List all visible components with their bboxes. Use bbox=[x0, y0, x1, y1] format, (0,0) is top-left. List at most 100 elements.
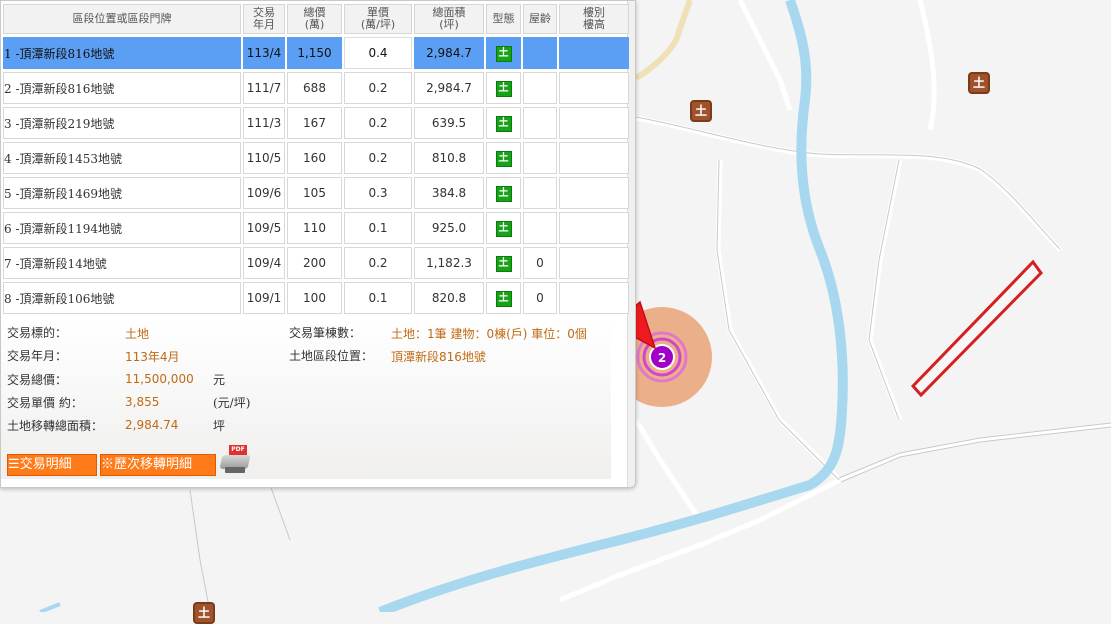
detail-total-unit: 元 bbox=[213, 373, 226, 387]
row-address: 5 -頂潭新段1469地號 bbox=[3, 177, 241, 209]
detail-target-label: 交易標的： bbox=[7, 326, 68, 340]
row-area: 2,984.7 bbox=[414, 72, 484, 104]
header-type[interactable]: 型態 bbox=[486, 4, 521, 34]
detail-target-value: 土地 bbox=[125, 327, 150, 341]
detail-total-value: 11,500,000 bbox=[125, 372, 194, 386]
row-type: 土 bbox=[486, 72, 521, 104]
row-age bbox=[523, 37, 557, 69]
header-address[interactable]: 區段位置或區段門牌 bbox=[3, 4, 241, 34]
transaction-detail-button[interactable]: ☰交易明細 bbox=[7, 454, 97, 476]
row-total: 100 bbox=[287, 282, 342, 314]
row-date: 111/3 bbox=[243, 107, 285, 139]
row-age bbox=[523, 107, 557, 139]
row-date: 109/6 bbox=[243, 177, 285, 209]
row-floor bbox=[559, 142, 629, 174]
transaction-panel: 區段位置或區段門牌 交易 年月 總價 (萬) 單價 (萬/坪) 總面積 (坪) 型態 屋… bbox=[0, 0, 636, 488]
detail-area-value: 2,984.74 bbox=[125, 418, 179, 432]
header-area[interactable]: 總面積 (坪) bbox=[414, 4, 484, 34]
row-date: 109/1 bbox=[243, 282, 285, 314]
row-type: 土 bbox=[486, 282, 521, 314]
detail-date-value: 113年4月 bbox=[125, 350, 180, 364]
table-row[interactable]: 2 -頂潭新段816地號 111/7 688 0.2 2,984.7 土 bbox=[3, 72, 629, 104]
header-unit-price[interactable]: 單價 (萬/坪) bbox=[344, 4, 412, 34]
row-unit-price: 0.1 bbox=[344, 282, 412, 314]
row-floor bbox=[559, 177, 629, 209]
detail-count-label: 交易筆棟數： bbox=[289, 326, 362, 340]
header-total[interactable]: 總價 (萬) bbox=[287, 4, 342, 34]
row-unit-price: 0.2 bbox=[344, 247, 412, 279]
row-area: 384.8 bbox=[414, 177, 484, 209]
table-row[interactable]: 4 -頂潭新段1453地號 110/5 160 0.2 810.8 土 bbox=[3, 142, 629, 174]
row-area: 1,182.3 bbox=[414, 247, 484, 279]
detail-unit-label: 交易單價 約： bbox=[7, 396, 83, 410]
row-type: 土 bbox=[486, 247, 521, 279]
row-address: 8 -頂潭新段106地號 bbox=[3, 282, 241, 314]
transaction-table: 區段位置或區段門牌 交易 年月 總價 (萬) 單價 (萬/坪) 總面積 (坪) 型態 屋… bbox=[1, 1, 631, 317]
row-floor bbox=[559, 247, 629, 279]
table-row[interactable]: 1 -頂潭新段816地號 113/4 1,150 0.4 2,984.7 土 bbox=[3, 37, 629, 69]
header-floor[interactable]: 樓別 樓高 bbox=[559, 4, 629, 34]
row-type: 土 bbox=[486, 37, 521, 69]
row-unit-price: 0.2 bbox=[344, 142, 412, 174]
row-unit-price: 0.4 bbox=[344, 37, 412, 69]
table-row[interactable]: 6 -頂潭新段1194地號 109/5 110 0.1 925.0 土 bbox=[3, 212, 629, 244]
row-total: 688 bbox=[287, 72, 342, 104]
row-type: 土 bbox=[486, 107, 521, 139]
row-floor bbox=[559, 72, 629, 104]
land-type-icon: 土 bbox=[495, 220, 512, 237]
row-age bbox=[523, 142, 557, 174]
row-total: 110 bbox=[287, 212, 342, 244]
row-floor bbox=[559, 282, 629, 314]
transaction-detail: 交易標的： 土地 交易年月： 113年4月 交易總價： 11,500,000 元… bbox=[1, 319, 611, 479]
detail-unit-value: 3,855 bbox=[125, 395, 160, 409]
table-row[interactable]: 3 -頂潭新段219地號 111/3 167 0.2 639.5 土 bbox=[3, 107, 629, 139]
row-address: 7 -頂潭新段14地號 bbox=[3, 247, 241, 279]
detail-area-label: 土地移轉總面積： bbox=[7, 419, 104, 433]
row-total: 1,150 bbox=[287, 37, 342, 69]
row-address: 2 -頂潭新段816地號 bbox=[3, 72, 241, 104]
row-unit-price: 0.2 bbox=[344, 107, 412, 139]
row-date: 113/4 bbox=[243, 37, 285, 69]
row-type: 土 bbox=[486, 142, 521, 174]
row-total: 160 bbox=[287, 142, 342, 174]
row-date: 111/7 bbox=[243, 72, 285, 104]
row-address: 1 -頂潭新段816地號 bbox=[3, 37, 241, 69]
row-total: 105 bbox=[287, 177, 342, 209]
land-type-icon: 土 bbox=[495, 45, 512, 62]
row-total: 167 bbox=[287, 107, 342, 139]
detail-unit-unit: (元/坪) bbox=[213, 396, 251, 410]
land-type-icon: 土 bbox=[495, 150, 512, 167]
row-address: 4 -頂潭新段1453地號 bbox=[3, 142, 241, 174]
land-marker-icon[interactable]: 土 bbox=[690, 100, 712, 122]
header-age[interactable]: 屋齡 bbox=[523, 4, 557, 34]
row-age: 0 bbox=[523, 282, 557, 314]
table-header: 區段位置或區段門牌 交易 年月 總價 (萬) 單價 (萬/坪) 總面積 (坪) 型態 屋… bbox=[3, 4, 629, 34]
row-address: 6 -頂潭新段1194地號 bbox=[3, 212, 241, 244]
detail-location-value: 頂潭新段816地號 bbox=[391, 350, 486, 364]
transfer-history-button[interactable]: ※歷次移轉明細 bbox=[100, 454, 216, 476]
table-row[interactable]: 5 -頂潭新段1469地號 109/6 105 0.3 384.8 土 bbox=[3, 177, 629, 209]
land-type-icon: 土 bbox=[495, 115, 512, 132]
row-age bbox=[523, 72, 557, 104]
row-floor bbox=[559, 212, 629, 244]
row-floor bbox=[559, 37, 629, 69]
table-row[interactable]: 7 -頂潭新段14地號 109/4 200 0.2 1,182.3 土 0 bbox=[3, 247, 629, 279]
row-type: 土 bbox=[486, 177, 521, 209]
header-date[interactable]: 交易 年月 bbox=[243, 4, 285, 34]
row-area: 925.0 bbox=[414, 212, 484, 244]
row-area: 2,984.7 bbox=[414, 37, 484, 69]
row-address: 3 -頂潭新段219地號 bbox=[3, 107, 241, 139]
land-marker-icon[interactable]: 土 bbox=[193, 602, 215, 624]
detail-count-value: 土地：1筆 建物：0棟(戶) 車位：0個 bbox=[391, 327, 587, 341]
row-type: 土 bbox=[486, 212, 521, 244]
row-unit-price: 0.1 bbox=[344, 212, 412, 244]
pdf-badge: PDF bbox=[229, 445, 247, 455]
row-date: 109/4 bbox=[243, 247, 285, 279]
pdf-print-icon[interactable]: PDF bbox=[219, 445, 251, 475]
detail-total-label: 交易總價： bbox=[7, 373, 68, 387]
land-type-icon: 土 bbox=[495, 255, 512, 272]
land-marker-icon[interactable]: 土 bbox=[968, 72, 990, 94]
table-row[interactable]: 8 -頂潭新段106地號 109/1 100 0.1 820.8 土 0 bbox=[3, 282, 629, 314]
row-age bbox=[523, 212, 557, 244]
row-date: 110/5 bbox=[243, 142, 285, 174]
